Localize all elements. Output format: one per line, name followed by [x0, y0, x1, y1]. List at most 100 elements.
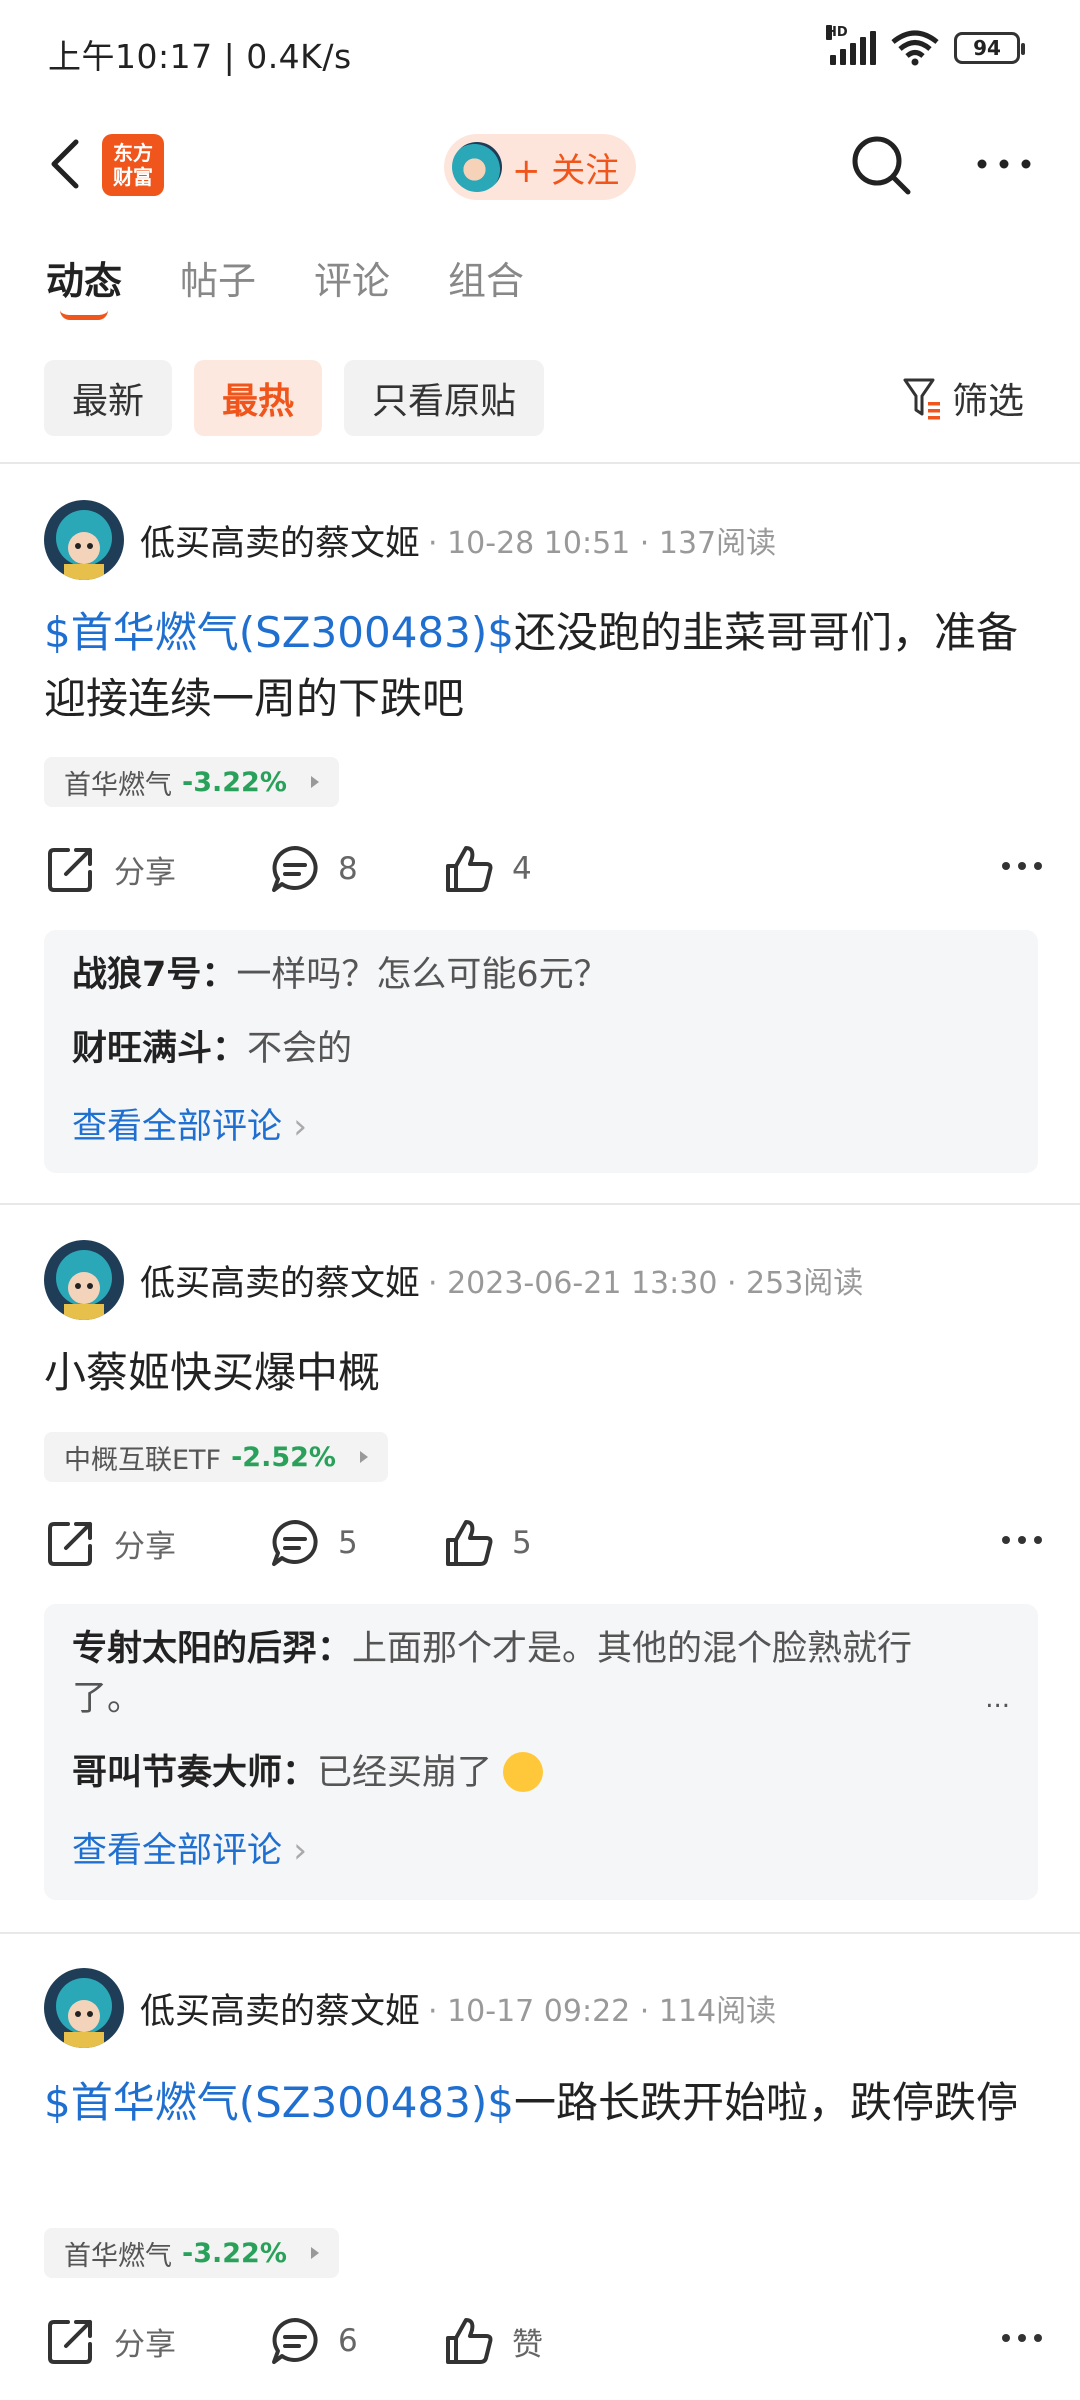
- post-text[interactable]: $首华燃气(SZ300483)$还没跑的韭菜哥哥们，准备迎接连续一周的下跌吧: [44, 600, 1044, 732]
- post-text[interactable]: $首华燃气(SZ300483)$一路长跌开始啦，跌停跌停: [44, 2070, 1044, 2136]
- share-label: 分享: [114, 2326, 176, 2363]
- chip-hottest[interactable]: 最热: [194, 360, 323, 436]
- follow-button[interactable]: + 关注: [444, 134, 636, 200]
- post-actions: 分享 5 5: [44, 1516, 1044, 1576]
- post-meta: · 10-17 09:22 · 114阅读: [428, 1994, 777, 2029]
- post-text[interactable]: 小蔡姬快买爆中概: [44, 1340, 1044, 1406]
- post-meta: · 2023-06-21 13:30 · 253阅读: [428, 1266, 864, 1301]
- comment-item[interactable]: 财旺满斗：不会的: [72, 1024, 1010, 1074]
- share-button[interactable]: 分享: [44, 2314, 176, 2368]
- commenter-name: 专射太阳的后羿：: [72, 1629, 353, 1669]
- comment-text: 不会的: [247, 1029, 353, 1069]
- comment-preview: 专射太阳的后羿：上面那个才是。其他的混个脸熟就行了。 ... 哥叫节奏大师：已经…: [44, 1604, 1038, 1900]
- comment-count: 8: [338, 851, 358, 887]
- author-name[interactable]: 低买高卖的蔡文姬: [140, 1255, 420, 1306]
- chip-latest[interactable]: 最新: [44, 360, 173, 436]
- author-name[interactable]: 低买高卖的蔡文姬: [140, 515, 420, 566]
- comment-item[interactable]: 战狼7号：一样吗？怎么可能6元？: [72, 950, 1010, 1000]
- like-button[interactable]: 4: [442, 842, 532, 896]
- stock-tag-name: 首华燃气: [64, 769, 172, 801]
- thumbs-up-icon: [446, 846, 493, 892]
- commenter-name: 哥叫节奏大师：: [72, 1753, 318, 1793]
- like-button[interactable]: 5: [442, 1516, 532, 1570]
- top-navigation: 东方 财富 + 关注: [0, 104, 1080, 226]
- share-label: 分享: [114, 1528, 176, 1565]
- author-name[interactable]: 低买高卖的蔡文姬: [140, 1983, 420, 2034]
- commenter-name: 战狼7号：: [72, 955, 237, 995]
- chevron-right-icon: ›: [293, 1107, 308, 1147]
- author-avatar[interactable]: [44, 1968, 124, 2048]
- comment-icon: [272, 2318, 318, 2364]
- stock-tag-change: -3.22%: [182, 2237, 287, 2269]
- app-logo: 东方 财富: [102, 134, 164, 196]
- view-all-comments-link[interactable]: 查看全部评论 ›: [72, 1098, 1010, 1149]
- share-button[interactable]: 分享: [44, 1516, 176, 1570]
- stock-tag[interactable]: 首华燃气 -3.22%: [44, 2228, 339, 2278]
- more-options-icon[interactable]: [974, 154, 1034, 174]
- tab-portfolio[interactable]: 组合: [448, 250, 524, 305]
- user-avatar: [452, 142, 502, 192]
- status-time: 上午10:17 | 0.4K/s: [48, 37, 352, 76]
- stock-tag-change: -2.52%: [231, 1441, 336, 1473]
- post-actions: 分享 6 赞: [44, 2314, 1044, 2374]
- tab-dynamic[interactable]: 动态: [46, 250, 123, 320]
- comment-count: 5: [338, 1525, 358, 1561]
- more-options-icon[interactable]: [1000, 1534, 1044, 1546]
- avatar-image: [44, 1240, 124, 1320]
- stock-tag[interactable]: 首华燃气 -3.22%: [44, 757, 339, 807]
- comment-button[interactable]: 6: [268, 2314, 358, 2368]
- tab-bar: 动态 帖子 评论 组合: [46, 250, 524, 320]
- comment-item[interactable]: 专射太阳的后羿：上面那个才是。其他的混个脸熟就行了。: [72, 1624, 1010, 1724]
- like-label: 赞: [512, 2326, 543, 2363]
- more-options-icon[interactable]: [1000, 2332, 1044, 2344]
- post-meta: · 10-28 10:51 · 137阅读: [428, 526, 777, 561]
- filter-button[interactable]: 筛选: [902, 372, 1024, 424]
- back-arrow-icon[interactable]: [40, 134, 100, 194]
- chevron-right-icon: ›: [293, 1831, 308, 1871]
- laughing-emoji-icon: [503, 1752, 544, 1792]
- tab-label: 组合: [448, 259, 525, 303]
- status-icons: HD 94: [826, 25, 1025, 66]
- ellipsis-indicator: ...: [985, 1684, 1010, 1714]
- share-icon: [48, 2320, 92, 2364]
- stock-tag-change: -3.22%: [182, 766, 287, 798]
- avatar-image: [44, 500, 124, 580]
- comment-button[interactable]: 5: [268, 1516, 358, 1570]
- share-label: 分享: [114, 854, 176, 891]
- tab-posts[interactable]: 帖子: [180, 250, 256, 305]
- post-header: 低买高卖的蔡文姬 · 10-28 10:51 · 137阅读: [44, 500, 776, 580]
- more-options-icon[interactable]: [1000, 860, 1044, 872]
- stock-link[interactable]: $首华燃气(SZ300483)$: [44, 2078, 514, 2127]
- tab-label: 动态: [46, 259, 123, 303]
- wifi-icon: [891, 30, 939, 66]
- thumbs-up-icon: [446, 2318, 493, 2364]
- chip-original-only[interactable]: 只看原贴: [344, 360, 545, 436]
- chevron-right-icon: [310, 2247, 319, 2259]
- like-count: 4: [512, 851, 532, 887]
- post-content: 小蔡姬快买爆中概: [44, 1348, 381, 1397]
- sort-filters: 最新 最热 只看原贴: [44, 360, 545, 436]
- comment-count: 6: [338, 2323, 358, 2359]
- like-button[interactable]: 赞: [442, 2314, 543, 2368]
- comment-text: 一样吗？怎么可能6元？: [236, 955, 609, 995]
- search-icon[interactable]: [850, 134, 912, 196]
- view-all-label: 查看全部评论: [72, 1107, 283, 1147]
- share-button[interactable]: 分享: [44, 842, 176, 896]
- comment-item[interactable]: 哥叫节奏大师：已经买崩了: [72, 1748, 1010, 1798]
- post-header: 低买高卖的蔡文姬 · 2023-06-21 13:30 · 253阅读: [44, 1240, 863, 1320]
- stock-tag-name: 中概互联ETF: [64, 1444, 222, 1476]
- tab-comments[interactable]: 评论: [314, 250, 390, 305]
- view-all-comments-link[interactable]: 查看全部评论 ›: [72, 1822, 1010, 1873]
- post-actions: 分享 8 4: [44, 842, 1044, 902]
- stock-tag-name: 首华燃气: [64, 2240, 172, 2272]
- stock-tag[interactable]: 中概互联ETF -2.52%: [44, 1432, 388, 1482]
- like-count: 5: [512, 1525, 532, 1561]
- stock-link[interactable]: $首华燃气(SZ300483)$: [44, 608, 514, 657]
- author-avatar[interactable]: [44, 500, 124, 580]
- status-bar: 上午10:17 | 0.4K/s HD 94: [0, 0, 1080, 104]
- author-avatar[interactable]: [44, 1240, 124, 1320]
- comment-button[interactable]: 8: [268, 842, 358, 896]
- chevron-right-icon: [359, 1451, 368, 1463]
- post-content: 一路长跌开始啦，跌停跌停: [513, 2078, 1018, 2127]
- battery-icon: 94: [954, 32, 1025, 64]
